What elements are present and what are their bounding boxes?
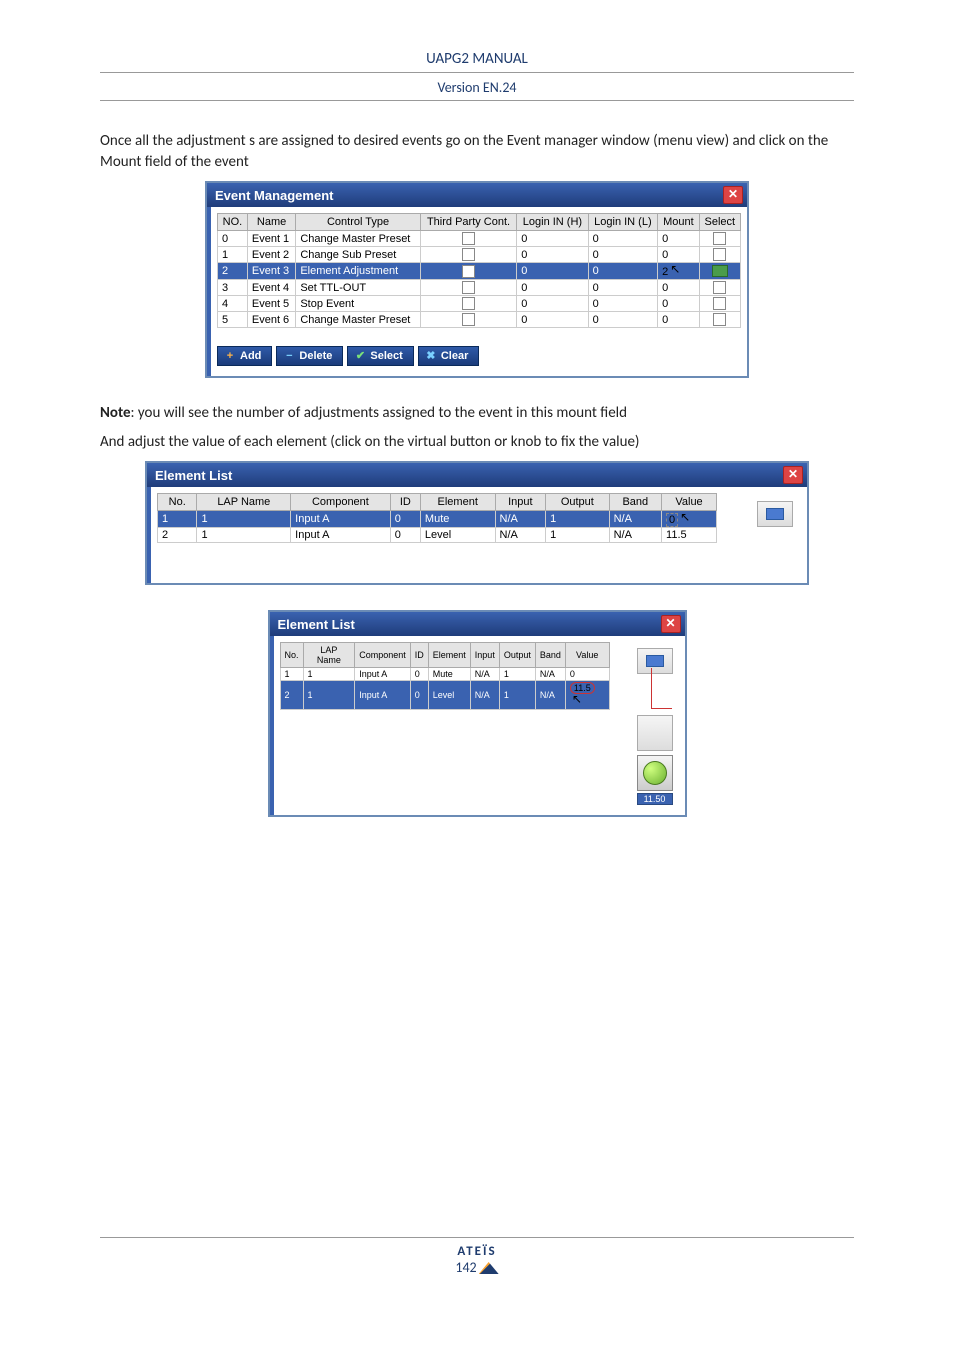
col-mount[interactable]: Mount	[658, 214, 699, 231]
side-panel	[757, 501, 793, 527]
element-table: No. LAP Name Component ID Element Input …	[157, 493, 717, 543]
intro-paragraph: Once all the adjustment s are assigned t…	[100, 131, 854, 173]
table-row[interactable]: 5 Event 6 Change Master Preset 0 0 0	[218, 312, 741, 328]
checkbox-icon	[713, 313, 726, 326]
checkbox-icon	[713, 281, 726, 294]
col-login-h[interactable]: Login IN (H)	[517, 214, 588, 231]
window-title: Element List	[155, 468, 232, 483]
delete-button[interactable]: −Delete	[276, 346, 343, 366]
element-table-small: No. LAP Name Component ID Element Input …	[280, 642, 610, 710]
select-button[interactable]: ✔Select	[347, 346, 413, 366]
cursor-icon: ↖	[680, 510, 690, 524]
close-icon[interactable]: ✕	[661, 615, 681, 633]
plus-icon: +	[224, 350, 236, 362]
checkbox-icon	[462, 248, 475, 261]
table-row[interactable]: 0 Event 1 Change Master Preset 0 0 0	[218, 231, 741, 247]
table-row[interactable]: 2 1 Input A 0 Level N/A 1 N/A 11.5	[158, 528, 717, 543]
table-row[interactable]: 1 1 Input A 0 Mute N/A 1 N/A 0↖	[158, 511, 717, 528]
swoosh-icon	[479, 1262, 499, 1274]
col-select[interactable]: Select	[699, 214, 740, 231]
mute-button-icon[interactable]	[757, 501, 793, 527]
knob-value: 11.50	[637, 793, 673, 805]
page-footer: ATEÏS 142	[100, 1237, 854, 1276]
checkbox-icon	[462, 265, 475, 278]
cursor-icon: ↖	[670, 262, 680, 276]
callout-line	[651, 668, 672, 709]
event-table: NO. Name Control Type Third Party Cont. …	[217, 213, 741, 328]
col-login-l[interactable]: Login IN (L)	[588, 214, 658, 231]
col-name[interactable]: Name	[247, 214, 295, 231]
checkbox-icon	[462, 313, 475, 326]
window-title: Element List	[278, 617, 355, 632]
version-label: Version EN.24	[100, 75, 854, 101]
side-panel: 11.50	[637, 648, 673, 805]
table-row[interactable]: 4 Event 5 Stop Event 0 0 0	[218, 296, 741, 312]
panel-slot	[637, 715, 673, 751]
clear-button[interactable]: ✖Clear	[418, 346, 480, 366]
checkbox-icon	[713, 232, 726, 245]
check-icon: ✔	[354, 350, 366, 362]
table-row[interactable]: 3 Event 4 Set TTL-OUT 0 0 0	[218, 280, 741, 296]
col-third[interactable]: Third Party Cont.	[420, 214, 516, 231]
brand-logo: ATEÏS	[100, 1244, 854, 1259]
col-no[interactable]: NO.	[218, 214, 248, 231]
event-management-window: Event Management ✕ NO. Name Control Type…	[205, 181, 749, 378]
x-icon: ✖	[425, 350, 437, 362]
note-paragraph: Note: you will see the number of adjustm…	[100, 403, 854, 424]
table-row[interactable]: 2 Event 3 Element Adjustment 0 0 2↖	[218, 263, 741, 280]
select-indicator-icon	[712, 265, 728, 277]
element-list-window-small: Element List ✕ 11.50 No. LAP Name Compon…	[268, 610, 687, 817]
checkbox-icon	[462, 232, 475, 245]
checkbox-icon	[713, 248, 726, 261]
cursor-icon: ↖	[572, 692, 582, 706]
note-line2: And adjust the value of each element (cl…	[100, 432, 854, 453]
checkbox-icon	[713, 297, 726, 310]
window-title: Event Management	[215, 188, 333, 203]
checkbox-icon	[462, 297, 475, 310]
close-icon[interactable]: ✕	[783, 466, 803, 484]
add-button[interactable]: +Add	[217, 346, 272, 366]
page-number: 142	[455, 1259, 476, 1276]
table-row[interactable]: 2 1 Input A 0 Level N/A 1 N/A 11.5↖	[280, 681, 609, 710]
level-knob[interactable]	[637, 755, 673, 791]
table-row[interactable]: 1 1 Input A 0 Mute N/A 1 N/A 0	[280, 668, 609, 681]
col-ctype[interactable]: Control Type	[296, 214, 421, 231]
minus-icon: −	[283, 350, 295, 362]
element-list-window: Element List ✕ No. LAP Name Component ID…	[145, 461, 809, 585]
toolbar: +Add −Delete ✔Select ✖Clear	[217, 346, 741, 366]
close-icon[interactable]: ✕	[723, 186, 743, 204]
manual-title: UAPG2 MANUAL	[100, 50, 854, 72]
checkbox-icon	[462, 281, 475, 294]
table-row[interactable]: 1 Event 2 Change Sub Preset 0 0 0	[218, 247, 741, 263]
